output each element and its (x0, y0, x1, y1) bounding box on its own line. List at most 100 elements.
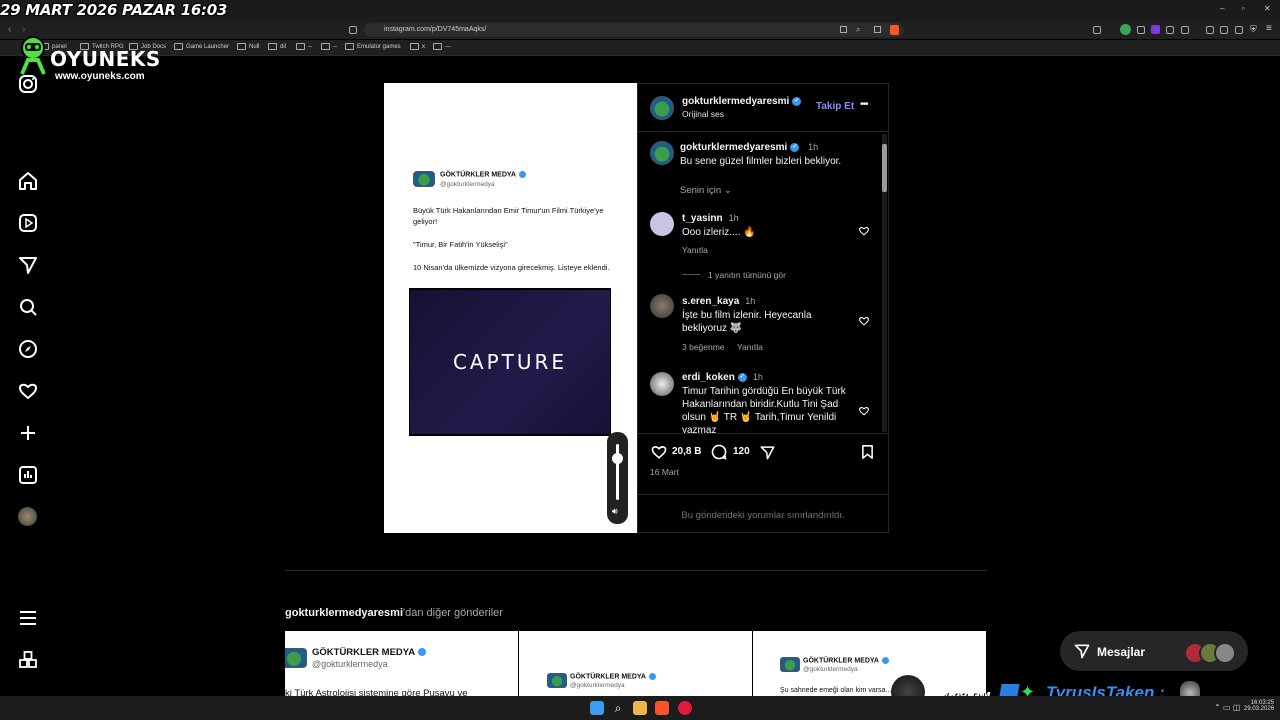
bookmark-item[interactable]: Emulator games (345, 43, 401, 50)
minimize-button[interactable]: – (1220, 4, 1224, 13)
comment-likes[interactable]: 3 beğenme (682, 342, 725, 352)
for-you-filter[interactable]: Senin için ⌄ (680, 185, 732, 196)
zoom-icon[interactable]: ⌕ (856, 23, 860, 37)
comment-avatar[interactable] (650, 212, 674, 236)
cast-icon[interactable] (840, 26, 847, 33)
author-username[interactable]: gokturklermedyaresmi ✓ (682, 96, 802, 107)
thumb-handle: @gokturklermedya (312, 659, 388, 669)
comment-username[interactable]: t_yasinn 1h (682, 213, 739, 224)
share-icon[interactable] (759, 444, 776, 461)
wallet-icon[interactable] (1235, 26, 1243, 34)
more-post-thumb[interactable]: GÖKTÜRKLER MEDYA @gokturklermedya ki Tür… (285, 631, 518, 701)
start-icon[interactable] (590, 701, 604, 715)
maximize-button[interactable]: ▫ (1242, 4, 1245, 13)
shield-icon[interactable]: ⛨ (1250, 24, 1257, 35)
menu-icon[interactable] (17, 607, 39, 629)
comments-scrollbar[interactable] (882, 134, 887, 432)
home-icon[interactable] (17, 170, 39, 192)
thumb-avatar (285, 648, 307, 668)
save-icon[interactable] (859, 443, 876, 461)
file-explorer-icon[interactable] (633, 701, 647, 715)
comment-like-icon[interactable] (858, 315, 870, 327)
instagram-icon[interactable] (17, 73, 39, 95)
taskbar-search-icon[interactable]: ⌕ (611, 701, 625, 715)
volume-slider-handle[interactable] (612, 453, 623, 464)
reply-link[interactable]: Yanıtla (737, 342, 763, 352)
comment-avatar[interactable] (650, 372, 674, 396)
like-icon[interactable] (650, 443, 668, 461)
tweet-handle: @gokturklermedya (440, 181, 495, 188)
more-post-thumb[interactable]: GÖKTÜRKLER MEDYA @gokturklermedya (519, 631, 752, 701)
apps-icon[interactable] (17, 649, 39, 671)
menu-icon[interactable]: ≡ (1266, 23, 1272, 34)
messages-bar[interactable]: Mesajlar (1060, 631, 1248, 671)
post-date: 16 Mart (650, 467, 679, 477)
share-icon[interactable] (874, 26, 881, 33)
extension-icon[interactable] (1166, 26, 1174, 34)
bookmark-item[interactable]: dil (268, 43, 286, 50)
comment-avatar[interactable] (650, 294, 674, 318)
more-options-button[interactable]: ••• (860, 99, 868, 110)
close-window-button[interactable]: ✕ (1264, 4, 1271, 13)
chevron-down-icon: ⌄ (723, 185, 732, 196)
logo-name: OYUNEKS (50, 47, 161, 71)
thumb-handle: @gokturklermedya (570, 682, 625, 689)
comment-like-icon[interactable] (858, 225, 870, 237)
profile-avatar[interactable] (18, 507, 37, 526)
author-avatar[interactable] (650, 96, 674, 120)
verified-icon (518, 171, 526, 178)
video-frame[interactable]: CAPTURE (409, 288, 611, 436)
comment-icon[interactable] (710, 443, 728, 461)
extension-icon[interactable] (1151, 25, 1160, 34)
bookmark-item[interactable]: --- (433, 43, 451, 50)
back-icon[interactable]: ‹ (8, 24, 11, 35)
audio-label[interactable]: Orijinal ses (682, 109, 724, 119)
bookmark-item[interactable]: Game Launcher (174, 43, 229, 50)
follow-button[interactable]: Takip Et (816, 101, 854, 112)
extension-icon[interactable] (1137, 26, 1145, 34)
brave-shield-icon[interactable] (890, 25, 899, 35)
search-icon[interactable] (17, 296, 39, 318)
brave-browser-icon[interactable] (655, 701, 669, 715)
thumb-avatar (547, 673, 567, 688)
translate-icon[interactable] (1093, 26, 1101, 34)
taskbar-app-icon[interactable] (678, 701, 692, 715)
extension-icon[interactable] (1120, 24, 1131, 35)
view-replies-link[interactable]: 1 yanıtın tümünü gör (708, 270, 786, 280)
sidebar-icon[interactable] (1220, 26, 1228, 34)
create-icon[interactable] (17, 422, 39, 444)
reply-link[interactable]: Yanıtla (682, 245, 708, 255)
bookmark-page-icon[interactable] (349, 26, 357, 34)
post-media[interactable]: GÖKTÜRKLER MEDYA @gokturklermedya Büyük … (384, 83, 637, 533)
address-bar[interactable]: instagram.com/p/DV745maAqks/ ⌕ (364, 23, 904, 37)
comment-username[interactable]: erdi_koken ✓ 1h (682, 372, 763, 383)
more-posts-username[interactable]: gokturklermedyaresmi (285, 607, 403, 619)
caption-avatar[interactable] (650, 141, 674, 165)
explore-icon[interactable] (17, 338, 39, 360)
divider (682, 274, 700, 275)
bookmark-item[interactable]: -- (296, 43, 312, 50)
caption-text: Bu sene güzel filmler bizleri bekliyor. (680, 156, 842, 167)
caption-username[interactable]: gokturklermedyaresmi ✓ 1h (680, 142, 818, 153)
taskbar-clock[interactable]: 16:03:25 29.03.2026 (1244, 700, 1274, 712)
message-avatar (1214, 642, 1236, 664)
notifications-icon[interactable] (17, 380, 39, 402)
system-tray-icons[interactable]: ⌃ ▭ ◫ (1214, 703, 1240, 712)
verified-icon: ✓ (737, 372, 747, 382)
extension-icon[interactable] (1181, 26, 1189, 34)
reels-icon[interactable] (17, 212, 39, 234)
comment-count[interactable]: 120 (733, 446, 750, 457)
bookmark-item[interactable]: -- (321, 43, 337, 50)
like-count[interactable]: 20,8 B (672, 446, 701, 457)
dashboard-icon[interactable] (17, 464, 39, 486)
caption-time: 1h (808, 142, 819, 152)
comment-username[interactable]: s.eren_kaya 1h (682, 296, 755, 307)
playlist-icon[interactable] (1206, 26, 1214, 34)
stream-date-overlay: 29 MART 2026 PAZAR 16:03 (0, 1, 227, 19)
volume-icon[interactable]: 🔊︎ (612, 506, 618, 517)
comment-like-icon[interactable] (858, 405, 870, 417)
messages-icon[interactable] (17, 254, 39, 276)
bookmark-item[interactable]: x (410, 43, 425, 50)
volume-slider[interactable]: 🔊︎ (607, 432, 628, 524)
bookmark-item[interactable]: Null (237, 43, 259, 50)
